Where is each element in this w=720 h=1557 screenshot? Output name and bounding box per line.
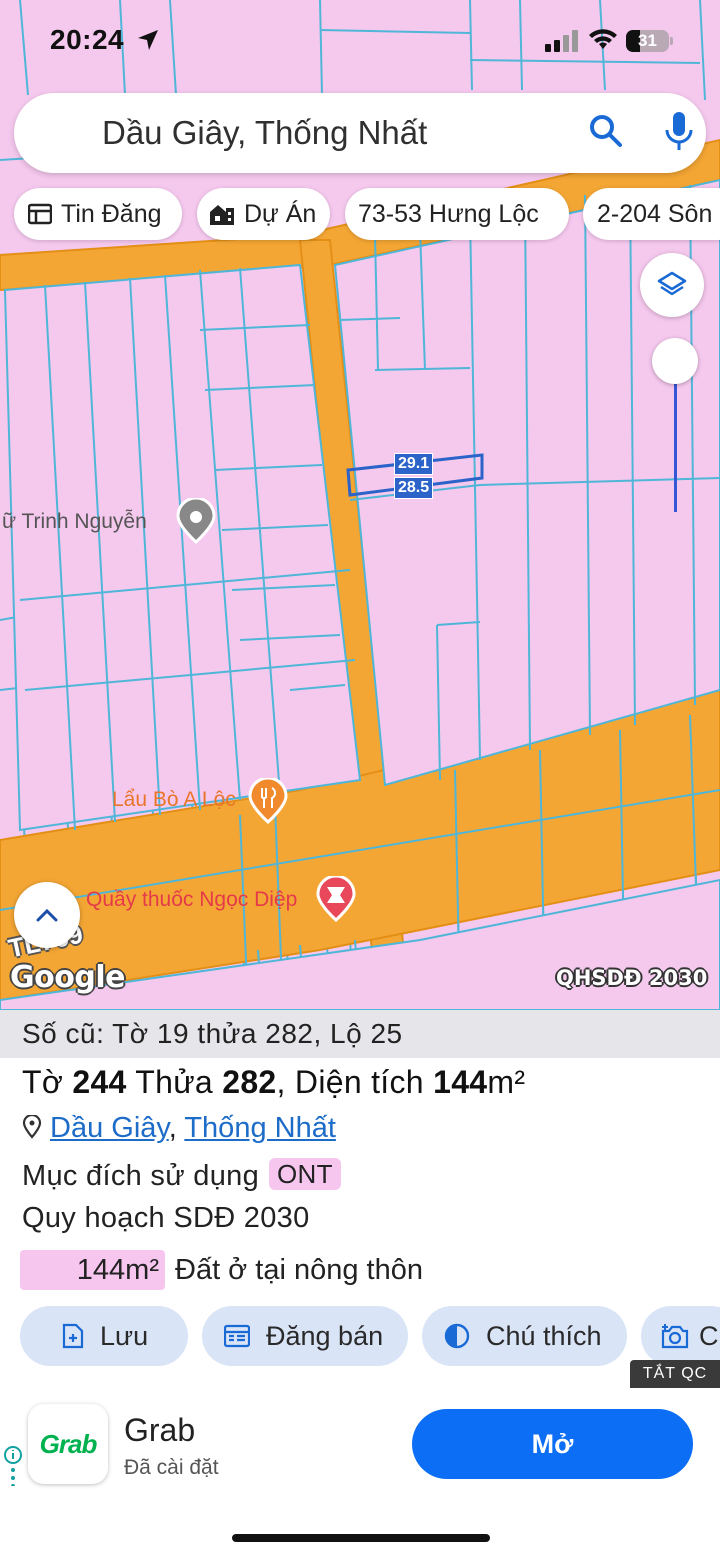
camera-icon	[661, 1324, 689, 1349]
plan-land-type: Đất ở tại nông thôn	[175, 1253, 423, 1286]
land-use-purpose: Mục đích sử dụng ONT	[22, 1158, 341, 1193]
layers-icon	[657, 271, 687, 296]
place-pin-icon[interactable]	[176, 498, 216, 544]
opacity-slider-handle[interactable]	[652, 338, 698, 384]
camera-button[interactable]: C	[641, 1306, 720, 1366]
chip-label: Dự Án	[244, 199, 317, 228]
chip-tin-dang[interactable]: Tin Đăng	[14, 188, 182, 240]
map-view[interactable]: 29.1 28.5 ữ Trinh Nguyễn Lẩu Bò A Lộc Qu…	[0, 0, 720, 1010]
ad-banner[interactable]: Grab Grab Đã cài đặt Mở	[0, 1388, 720, 1500]
opacity-slider-track[interactable]	[674, 384, 677, 512]
area-label: , Diện tích	[276, 1064, 424, 1100]
news-icon	[28, 203, 52, 225]
chip-hung-loc[interactable]: 73-53 Hưng Lộc	[345, 188, 569, 240]
chip-du-an[interactable]: Dự Án	[197, 188, 330, 240]
ad-app-status: Đã cài đặt	[124, 1456, 219, 1479]
parcel-dimension-bottom: 28.5	[394, 477, 434, 499]
chip-label: 2-204 Sôn	[597, 199, 713, 228]
sheet-label: Tờ	[22, 1064, 64, 1100]
status-bar: 20:24 31	[0, 0, 720, 82]
poi-label-quay-thuoc[interactable]: Quầy thuốc Ngọc Diệp	[86, 888, 297, 912]
search-icon[interactable]	[588, 113, 624, 149]
cellular-signal-icon	[545, 30, 578, 52]
purpose-label: Mục đích sử dụng	[22, 1160, 259, 1192]
plot-number: 282	[222, 1064, 277, 1100]
old-parcel-info: Số cũ: Tờ 19 thửa 282, Lộ 25	[22, 1018, 403, 1049]
parcel-address: Dầu Giây, Thống Nhất	[22, 1112, 336, 1145]
home-indicator[interactable]	[232, 1534, 490, 1542]
parcel-title: Tờ 244 Thửa 282, Diện tích 144m²	[22, 1064, 525, 1101]
building-icon	[210, 205, 234, 225]
legend-button[interactable]: Chú thích	[422, 1306, 627, 1366]
address-separator: ,	[168, 1112, 177, 1144]
old-parcel-info-bar: Số cũ: Tờ 19 thửa 282, Lộ 25	[0, 1010, 720, 1058]
clock: 20:24	[50, 24, 125, 55]
plan-area-row: 144m² Đất ở tại nông thôn	[20, 1250, 423, 1290]
overlay-label: QHSDĐ 2030	[556, 966, 708, 990]
poi-label-lau-bo[interactable]: Lẩu Bò A Lộc	[112, 788, 236, 812]
expand-panel-button[interactable]	[14, 882, 80, 948]
legend-label: Chú thích	[486, 1320, 602, 1351]
save-label: Lưu	[100, 1320, 149, 1351]
chip-label: 73-53 Hưng Lộc	[358, 199, 539, 228]
area-value: 144	[433, 1064, 488, 1100]
save-icon	[62, 1323, 84, 1349]
post-sale-button[interactable]: Đăng bán	[202, 1306, 408, 1366]
post-icon	[224, 1324, 250, 1348]
legend-icon	[444, 1323, 470, 1349]
battery-icon: 31	[626, 30, 674, 52]
plot-label: Thửa	[135, 1064, 214, 1100]
purpose-code-badge: ONT	[269, 1158, 341, 1190]
district-link[interactable]: Dầu Giây	[50, 1112, 169, 1144]
map-pin-icon	[22, 1113, 42, 1139]
battery-level: 31	[638, 31, 657, 50]
save-button[interactable]: Lưu	[20, 1306, 188, 1366]
area-unit: m²	[487, 1064, 526, 1100]
commune-link[interactable]: Thống Nhất	[184, 1112, 336, 1144]
layers-button[interactable]	[640, 253, 704, 317]
parcel-dimension-top: 29.1	[394, 453, 434, 475]
google-logo: Google	[10, 960, 125, 995]
sheet-number: 244	[72, 1064, 127, 1100]
wifi-icon	[589, 29, 617, 49]
pharmacy-pin-icon[interactable]	[316, 876, 356, 922]
chip-label: Tin Đăng	[61, 199, 162, 228]
open-app-button[interactable]: Mở	[412, 1409, 693, 1479]
location-arrow-icon	[138, 30, 158, 50]
chip-son[interactable]: 2-204 Sôn	[583, 188, 720, 240]
plan-label: Quy hoạch SDĐ 2030	[22, 1202, 310, 1234]
close-ad-button[interactable]: TẮT QC	[630, 1360, 720, 1388]
poi-label-trinh-nguyen[interactable]: ữ Trinh Nguyễn	[2, 510, 147, 534]
post-sale-label: Đăng bán	[266, 1320, 384, 1351]
microphone-icon[interactable]	[664, 110, 694, 152]
camera-label: C	[699, 1320, 719, 1351]
ad-info-icon[interactable]	[4, 1446, 22, 1486]
ad-app-name: Grab	[124, 1412, 196, 1448]
grab-logo[interactable]: Grab	[28, 1404, 108, 1484]
restaurant-pin-icon[interactable]	[248, 778, 288, 824]
search-query[interactable]: Dầu Giây, Thống Nhất	[102, 114, 427, 152]
plan-area-swatch: 144m²	[20, 1250, 165, 1290]
search-bar[interactable]: Dầu Giây, Thống Nhất	[14, 93, 706, 173]
chevron-up-icon	[36, 908, 58, 922]
